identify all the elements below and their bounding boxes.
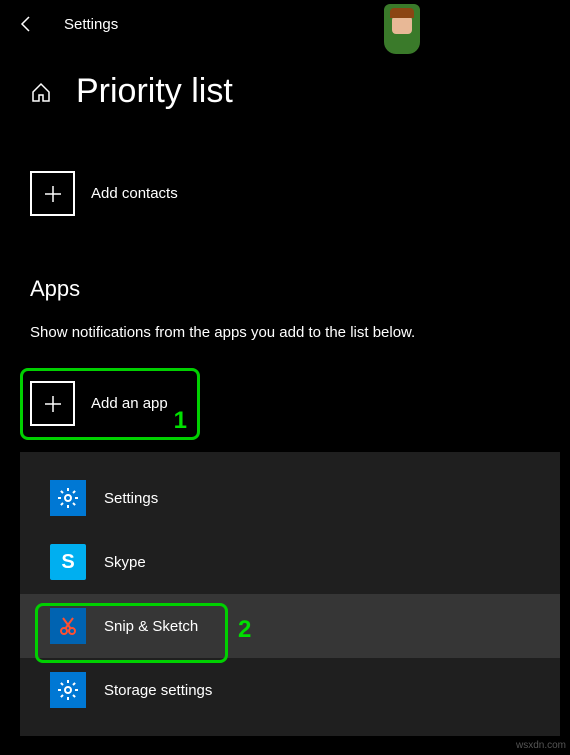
page-title: Priority list <box>76 72 233 111</box>
app-label: Skype <box>104 554 146 571</box>
add-app-button[interactable]: Add an app <box>30 381 540 426</box>
app-label: Settings <box>104 490 158 507</box>
annotation-marker-2: 2 <box>238 616 251 644</box>
user-avatar[interactable] <box>384 4 420 54</box>
snip-icon <box>50 608 86 644</box>
skype-icon: S <box>50 544 86 580</box>
page-title-row: Priority list <box>0 48 570 131</box>
plus-icon <box>30 171 75 216</box>
add-contacts-button[interactable]: Add contacts <box>30 171 540 216</box>
gear-icon <box>50 480 86 516</box>
add-contacts-label: Add contacts <box>91 185 178 202</box>
arrow-left-icon <box>17 15 35 33</box>
content-area: Add contacts Apps Show notifications fro… <box>0 171 570 426</box>
app-item-storage[interactable]: Storage settings <box>20 658 560 722</box>
app-picker-dropdown: Settings S Skype Snip & Sketch Storage s… <box>20 452 560 736</box>
apps-section-desc: Show notifications from the apps you add… <box>30 324 540 341</box>
add-app-label: Add an app <box>91 395 168 412</box>
header-title: Settings <box>64 16 118 33</box>
app-label: Storage settings <box>104 682 212 699</box>
header-bar: Settings <box>0 0 570 48</box>
app-label: Snip & Sketch <box>104 618 198 635</box>
plus-icon <box>30 381 75 426</box>
app-item-settings[interactable]: Settings <box>20 466 560 530</box>
apps-section-heading: Apps <box>30 276 540 302</box>
app-item-skype[interactable]: S Skype <box>20 530 560 594</box>
back-button[interactable] <box>16 14 36 34</box>
home-icon[interactable] <box>30 81 52 103</box>
watermark: wsxdn.com <box>516 740 566 751</box>
app-item-snip-sketch[interactable]: Snip & Sketch <box>20 594 560 658</box>
gear-icon <box>50 672 86 708</box>
